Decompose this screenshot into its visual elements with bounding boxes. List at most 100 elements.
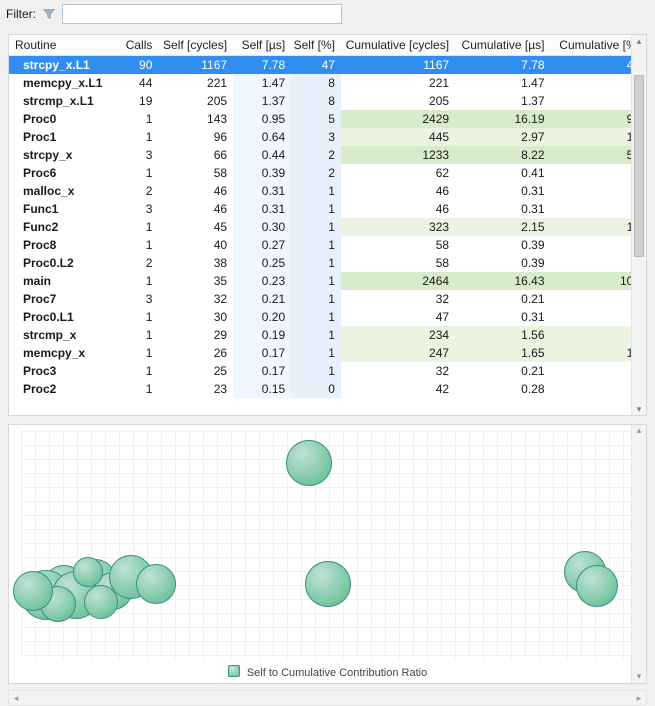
cell-self-us: 0.27 <box>233 236 291 254</box>
cell-routine: malloc_x <box>9 182 117 200</box>
cell-self-pct: 1 <box>291 254 341 272</box>
horizontal-scrollbar[interactable]: ◂ ▸ <box>8 690 647 706</box>
cell-self-pct: 3 <box>291 128 341 146</box>
cell-self-pct: 1 <box>291 290 341 308</box>
table-vertical-scrollbar[interactable]: ▴ ▾ <box>631 35 646 415</box>
cell-self-cycles: 221 <box>158 74 233 92</box>
cell-self-pct: 1 <box>291 236 341 254</box>
profile-table[interactable]: Routine Calls Self [cycles] Self [µs] Se… <box>9 35 646 398</box>
col-header-self-cycles[interactable]: Self [cycles] <box>158 35 233 56</box>
cell-cum-cycles: 42 <box>341 380 455 398</box>
filter-label: Filter: <box>6 7 36 21</box>
table-row[interactable]: memcpy_x.L1442211.4782211.478 <box>9 74 646 92</box>
cell-self-us: 0.15 <box>233 380 291 398</box>
cell-cum-us: 0.31 <box>455 308 550 326</box>
cell-self-cycles: 26 <box>158 344 233 362</box>
scroll-down-icon[interactable]: ▾ <box>634 403 644 415</box>
cell-cum-cycles: 47 <box>341 308 455 326</box>
cell-self-pct: 1 <box>291 218 341 236</box>
cell-self-pct: 8 <box>291 92 341 110</box>
scroll-left-icon[interactable]: ◂ <box>9 691 23 705</box>
bubble[interactable] <box>576 565 618 607</box>
bubble[interactable] <box>136 564 176 604</box>
cell-self-pct: 1 <box>291 200 341 218</box>
cell-cum-cycles: 1233 <box>341 146 455 164</box>
cell-routine: Proc3 <box>9 362 117 380</box>
bubble[interactable] <box>305 561 351 607</box>
cell-routine: strcmp_x <box>9 326 117 344</box>
cell-self-cycles: 40 <box>158 236 233 254</box>
cell-calls: 1 <box>117 326 158 344</box>
filter-input[interactable] <box>62 4 342 24</box>
diagram-vertical-scrollbar[interactable]: ▴ ▾ <box>631 425 646 683</box>
scroll-down-icon[interactable]: ▾ <box>634 671 644 683</box>
cell-self-us: 7.78 <box>233 56 291 75</box>
cell-self-cycles: 46 <box>158 200 233 218</box>
cell-calls: 3 <box>117 290 158 308</box>
cell-self-us: 0.64 <box>233 128 291 146</box>
cell-self-pct: 2 <box>291 164 341 182</box>
table-row[interactable]: Proc0.L22380.251580.392 <box>9 254 646 272</box>
funnel-icon <box>42 7 56 21</box>
cell-routine: Proc6 <box>9 164 117 182</box>
filter-bar: Filter: <box>0 0 655 30</box>
cell-cum-us: 0.31 <box>455 200 550 218</box>
table-row[interactable]: Proc61580.392620.412 <box>9 164 646 182</box>
cell-self-cycles: 45 <box>158 218 233 236</box>
col-header-self-us[interactable]: Self [µs] <box>233 35 291 56</box>
col-header-routine[interactable]: Routine <box>9 35 117 56</box>
table-row[interactable]: Proc73320.211320.211 <box>9 290 646 308</box>
scroll-up-icon[interactable]: ▴ <box>634 35 644 47</box>
table-row[interactable]: strcpy_x3660.44212338.2250 <box>9 146 646 164</box>
cell-cum-us: 7.78 <box>455 56 550 75</box>
cell-cum-cycles: 62 <box>341 164 455 182</box>
table-row[interactable]: strcmp_x1290.1912341.569 <box>9 326 646 344</box>
cell-cum-us: 16.43 <box>455 272 550 290</box>
bubble[interactable] <box>286 440 332 486</box>
cell-self-cycles: 46 <box>158 182 233 200</box>
cell-self-pct: 2 <box>291 146 341 164</box>
scroll-up-icon[interactable]: ▴ <box>634 425 644 437</box>
table-row[interactable]: strcmp_x.L1192051.3782051.378 <box>9 92 646 110</box>
table-row[interactable]: strcpy_x.L19011677.784711677.7847 <box>9 56 646 75</box>
table-row[interactable]: Proc81400.271580.392 <box>9 236 646 254</box>
col-header-calls[interactable]: Calls <box>117 35 158 56</box>
cell-cum-us: 2.97 <box>455 128 550 146</box>
col-header-cum-cycles[interactable]: Cumulative [cycles] <box>341 35 455 56</box>
cell-self-us: 1.47 <box>233 74 291 92</box>
col-header-cum-us[interactable]: Cumulative [µs] <box>455 35 550 56</box>
table-row[interactable]: main1350.231246416.43100 <box>9 272 646 290</box>
table-header-row[interactable]: Routine Calls Self [cycles] Self [µs] Se… <box>9 35 646 56</box>
cell-cum-us: 0.31 <box>455 182 550 200</box>
table-row[interactable]: Func13460.311460.311 <box>9 200 646 218</box>
cell-calls: 1 <box>117 362 158 380</box>
scroll-thumb[interactable] <box>634 75 644 257</box>
diagram-grid[interactable] <box>21 431 634 659</box>
cell-self-us: 0.19 <box>233 326 291 344</box>
profile-table-panel: Routine Calls Self [cycles] Self [µs] Se… <box>8 34 647 416</box>
cell-self-us: 0.21 <box>233 290 291 308</box>
cell-self-us: 0.95 <box>233 110 291 128</box>
cell-self-cycles: 38 <box>158 254 233 272</box>
table-row[interactable]: Proc011430.955242916.1998 <box>9 110 646 128</box>
cell-cum-us: 1.37 <box>455 92 550 110</box>
scroll-right-icon[interactable]: ▸ <box>632 691 646 705</box>
cell-calls: 2 <box>117 182 158 200</box>
cell-calls: 2 <box>117 254 158 272</box>
table-row[interactable]: Proc11960.6434452.9718 <box>9 128 646 146</box>
table-row[interactable]: memcpy_x1260.1712471.6510 <box>9 344 646 362</box>
table-row[interactable]: Func21450.3013232.1513 <box>9 218 646 236</box>
col-header-self-pct[interactable]: Self [%] <box>291 35 341 56</box>
cell-cum-us: 16.19 <box>455 110 550 128</box>
cell-routine: Proc2 <box>9 380 117 398</box>
cell-self-cycles: 66 <box>158 146 233 164</box>
cell-cum-cycles: 323 <box>341 218 455 236</box>
cell-self-us: 0.39 <box>233 164 291 182</box>
table-row[interactable]: Proc0.L11300.201470.311 <box>9 308 646 326</box>
table-row[interactable]: Proc21230.150420.281 <box>9 380 646 398</box>
table-row[interactable]: Proc31250.171320.211 <box>9 362 646 380</box>
table-row[interactable]: malloc_x2460.311460.311 <box>9 182 646 200</box>
bubble[interactable] <box>13 571 53 611</box>
cell-cum-cycles: 1167 <box>341 56 455 75</box>
cell-self-us: 0.44 <box>233 146 291 164</box>
